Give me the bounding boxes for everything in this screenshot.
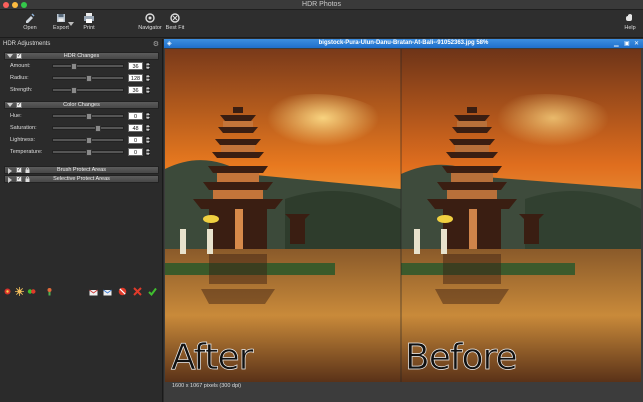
slider-knob[interactable] [86, 137, 92, 144]
window-titlebar: HDR Photos [0, 0, 643, 10]
value-stepper[interactable] [145, 124, 150, 132]
no-entry-icon[interactable] [118, 287, 127, 296]
minimize-image-icon[interactable]: ▁ [614, 40, 619, 47]
slider-knob[interactable] [95, 125, 101, 132]
hdr-changes-header[interactable]: ✓ HDR Changes [4, 52, 159, 60]
image-status-text: 1600 x 1067 pixels (300 dpi) [172, 383, 242, 389]
toolbar: Open Export Print Navigator Best Fit Hel… [0, 10, 643, 38]
adjustment-slider[interactable] [52, 149, 124, 156]
best-fit-label: Best Fit [165, 25, 185, 31]
print-label: Print [83, 25, 95, 31]
apply-check-icon[interactable] [148, 287, 157, 296]
hdr-changes-label: HDR Changes [63, 53, 100, 59]
navigator-icon [145, 13, 155, 23]
brush-protect-areas-header[interactable]: ✓ Brush Protect Areas [4, 166, 159, 174]
color-changes-label: Color Changes [63, 102, 100, 108]
value-stepper[interactable] [145, 86, 150, 94]
panel-header: HDR Adjustments ⚙ [0, 39, 163, 50]
mail-envelope-icon[interactable] [103, 287, 112, 296]
color-changes-header[interactable]: ✓ Color Changes [4, 101, 159, 109]
value-stepper[interactable] [145, 136, 150, 144]
panel-title: HDR Adjustments [3, 41, 51, 47]
adjustment-label: Lightness: [10, 137, 36, 143]
adjustment-slider[interactable] [52, 63, 124, 70]
print-button[interactable]: Print [80, 12, 98, 31]
best-fit-icon [170, 13, 180, 23]
export-dropdown-icon[interactable] [68, 22, 74, 27]
image-document-window: ◈ bigstock-Pura-Ulun-Danu-Bratan-At-Bali… [164, 39, 643, 402]
after-half [165, 49, 401, 382]
sun-burst-icon[interactable] [15, 287, 24, 296]
adjustment-label: Hue: [10, 113, 22, 119]
slider-knob[interactable] [71, 87, 77, 94]
adjustment-value-field[interactable]: 0 [128, 112, 143, 120]
adjustment-label: Saturation: [10, 125, 37, 131]
open-button[interactable]: Open [20, 12, 40, 31]
adjustment-label: Amount: [10, 63, 31, 69]
photo-canvas [165, 49, 641, 382]
brush-protect-label: Brush Protect Areas [57, 167, 106, 173]
adjustment-value-field[interactable]: 48 [128, 124, 143, 132]
adjustment-row: Strength: 36 [4, 85, 159, 95]
navigator-button[interactable]: Navigator [138, 12, 162, 31]
adjustment-value-field[interactable]: 36 [128, 86, 143, 94]
adjustment-slider[interactable] [52, 113, 124, 120]
value-stepper[interactable] [145, 148, 150, 156]
slider-knob[interactable] [86, 149, 92, 156]
value-stepper[interactable] [145, 112, 150, 120]
selective-protect-areas-header[interactable]: ✓ Selective Protect Areas [4, 175, 159, 183]
adjustment-value-field[interactable]: 128 [128, 74, 143, 82]
adjustment-row: Lightness: 0 [4, 135, 159, 145]
open-icon [26, 13, 35, 23]
adjustment-slider[interactable] [52, 137, 124, 144]
adjustment-row: Saturation: 48 [4, 123, 159, 133]
slider-knob[interactable] [71, 63, 77, 70]
open-envelope-icon[interactable] [89, 287, 98, 296]
adjustment-value-field[interactable]: 0 [128, 136, 143, 144]
adjustment-slider[interactable] [52, 87, 124, 94]
red-flower-icon[interactable] [3, 287, 12, 296]
open-label: Open [23, 25, 37, 31]
before-half [401, 49, 641, 382]
slider-knob[interactable] [86, 113, 92, 120]
adjustment-row: Temperature: 0 [4, 147, 159, 157]
adjustment-label: Temperature: [10, 149, 43, 155]
settings-gear-icon[interactable]: ⚙ [153, 40, 159, 48]
value-stepper[interactable] [145, 62, 150, 70]
adjustment-slider[interactable] [52, 75, 124, 82]
navigator-label: Navigator [138, 25, 162, 31]
before-label: Before [405, 337, 518, 379]
image-window-titlebar: ◈ bigstock-Pura-Ulun-Danu-Bratan-At-Bali… [164, 39, 643, 48]
adjustment-label: Radius: [10, 75, 29, 81]
help-button[interactable]: Help [621, 12, 639, 31]
slider-knob[interactable] [86, 75, 92, 82]
adjustment-slider[interactable] [52, 125, 124, 132]
before-after-photo[interactable]: After Before [165, 49, 641, 382]
save-icon [57, 14, 65, 22]
help-label: Help [624, 25, 636, 31]
hdr-adjustments-panel: HDR Adjustments ⚙ ✓ HDR Changes Amount: 3… [0, 39, 163, 402]
after-label: After [171, 337, 254, 379]
image-window-title: bigstock-Pura-Ulun-Danu-Bratan-At-Bali--… [318, 40, 489, 46]
color-balance-icon[interactable] [27, 287, 36, 296]
help-icon [626, 14, 632, 21]
close-image-icon[interactable]: ✕ [634, 40, 639, 47]
adjustment-value-field[interactable]: 0 [128, 148, 143, 156]
printer-icon [84, 13, 94, 23]
adjustment-row: Amount: 36 [4, 61, 159, 71]
window-title: HDR Photos [302, 1, 341, 8]
adjustment-row: Radius: 128 [4, 73, 159, 83]
restore-image-icon[interactable]: ▣ [624, 40, 630, 47]
adjustment-row: Hue: 0 [4, 111, 159, 121]
brush-palette-icon[interactable] [45, 287, 54, 296]
value-stepper[interactable] [145, 74, 150, 82]
selective-protect-label: Selective Protect Areas [53, 176, 110, 182]
cancel-x-icon[interactable] [133, 287, 142, 296]
adjustment-label: Strength: [10, 87, 33, 93]
adjustment-value-field[interactable]: 36 [128, 62, 143, 70]
best-fit-button[interactable]: Best Fit [165, 12, 185, 31]
